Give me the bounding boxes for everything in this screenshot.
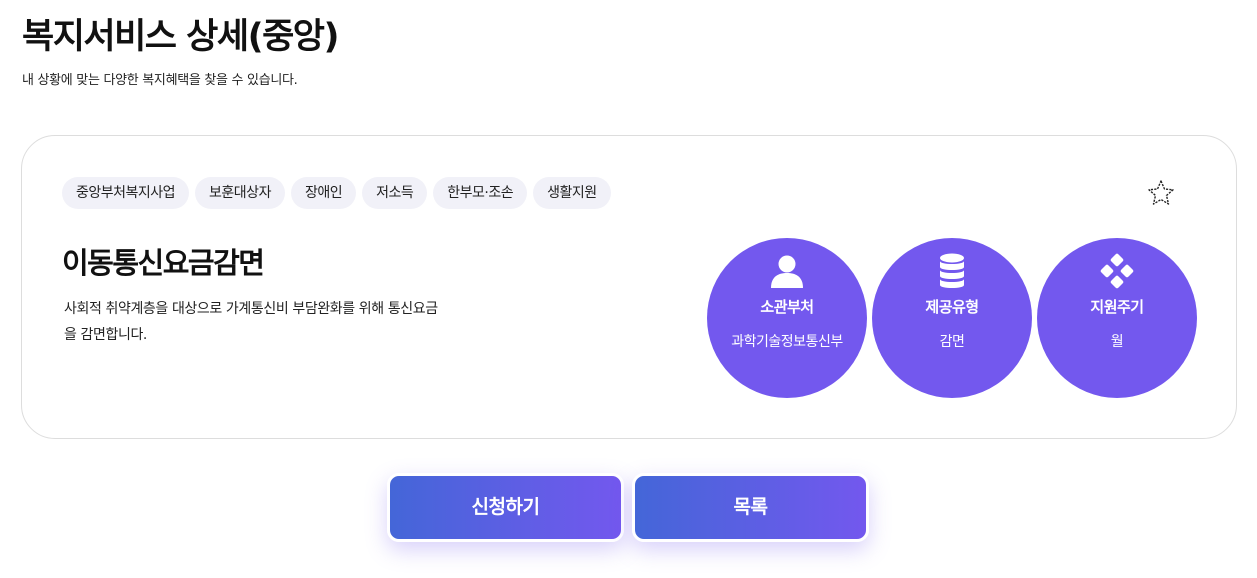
- info-circle-type: 제공유형 감면: [872, 238, 1032, 398]
- info-circle-department: 소관부처 과학기술정보통신부: [707, 238, 867, 398]
- service-description: 사회적 취약계층을 대상으로 가계통신비 부담완화를 위해 통신요금을 감면합니…: [64, 301, 438, 343]
- info-label: 제공유형: [925, 298, 979, 316]
- info-value: 감면: [939, 334, 965, 350]
- tag[interactable]: 장애인: [290, 177, 357, 209]
- tag[interactable]: 저소득: [362, 177, 428, 209]
- apply-button[interactable]: 신청하기: [387, 473, 624, 542]
- info-value: 월: [1110, 334, 1124, 350]
- person-icon: [771, 255, 803, 288]
- page: 복지서비스 상세(중앙) 내 상황에 맞는 다양한 복지혜택을 찾을 수 있습니…: [0, 0, 1257, 578]
- page-title: 복지서비스 상세(중앙): [22, 17, 339, 57]
- service-card: 중앙부처복지사업 보훈대상자 장애인 저소득 한부모·조손 생활지원 이동통신요…: [21, 135, 1237, 439]
- tag[interactable]: 한부모·조손: [433, 177, 528, 209]
- info-circle-cycle: 지원주기 월: [1037, 238, 1197, 398]
- star-outline-icon[interactable]: [1146, 178, 1176, 208]
- tag[interactable]: 생활지원: [533, 177, 611, 209]
- tag[interactable]: 보훈대상자: [195, 177, 285, 209]
- info-label: 지원주기: [1090, 298, 1144, 316]
- coins-stack-icon: [940, 253, 964, 288]
- service-title: 이동통신요금감면: [62, 246, 265, 280]
- info-label: 소관부처: [760, 298, 814, 316]
- diamond-dots-icon: [1100, 253, 1134, 289]
- tag-list: 중앙부처복지사업 보훈대상자 장애인 저소득 한부모·조손 생활지원: [62, 177, 611, 209]
- info-value: 과학기술정보통신부: [731, 334, 843, 350]
- page-subtitle: 내 상황에 맞는 다양한 복지혜택을 찾을 수 있습니다.: [22, 73, 298, 88]
- list-button[interactable]: 목록: [632, 473, 869, 542]
- tag[interactable]: 중앙부처복지사업: [62, 177, 190, 209]
